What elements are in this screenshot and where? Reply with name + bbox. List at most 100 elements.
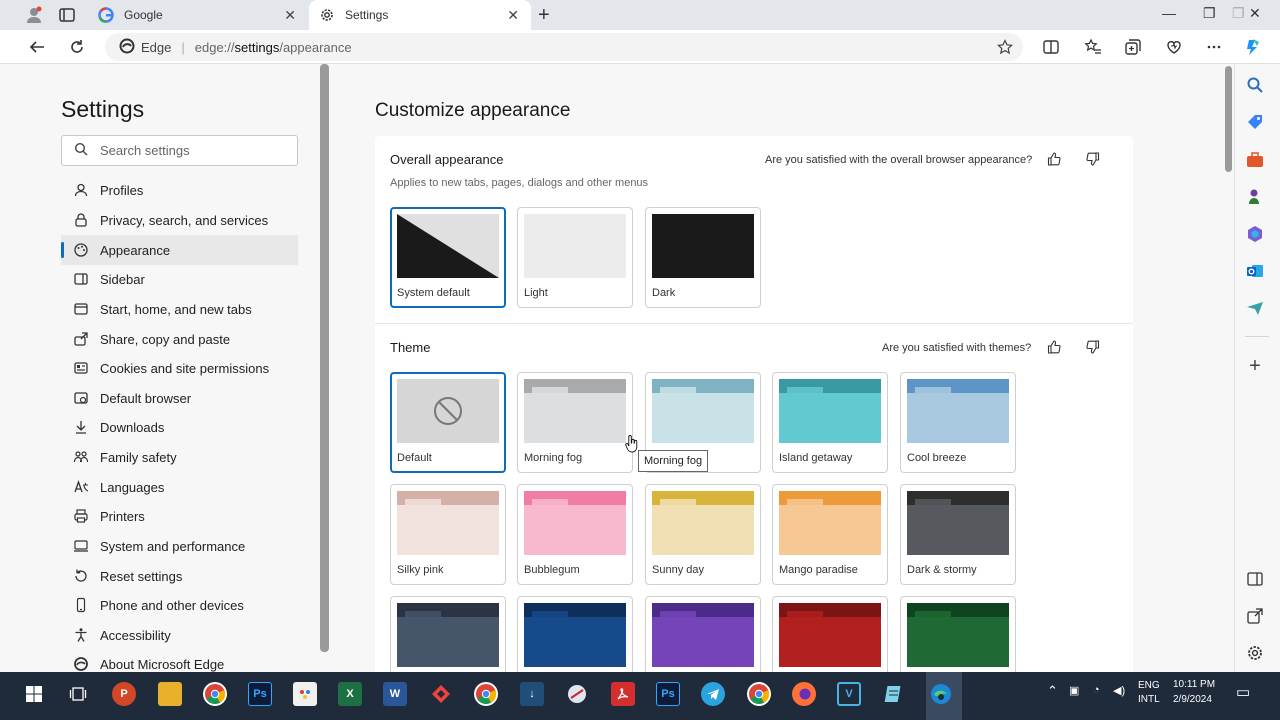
search-icon[interactable]: [1246, 76, 1264, 94]
tab-settings[interactable]: Settings ✕: [309, 0, 531, 30]
notifications-icon[interactable]: ▭: [1236, 683, 1250, 701]
theme-option[interactable]: Dark & stormy: [900, 484, 1016, 585]
chrome-profile-icon[interactable]: [474, 682, 498, 706]
shopping-tag-icon[interactable]: [1246, 113, 1264, 131]
games-icon[interactable]: [1246, 188, 1264, 206]
theme-option[interactable]: [900, 596, 1016, 672]
add-icon[interactable]: +: [1246, 356, 1264, 376]
download-manager-icon[interactable]: ↓: [520, 682, 544, 706]
theme-option[interactable]: [772, 596, 888, 672]
nav-item-system[interactable]: System and performance: [61, 531, 298, 561]
theme-option[interactable]: [390, 596, 506, 672]
theme-option[interactable]: [517, 596, 633, 672]
nav-item-profiles[interactable]: Profiles: [61, 175, 298, 205]
profile-avatar-icon[interactable]: [24, 5, 44, 25]
nav-item-family-safety[interactable]: Family safety: [61, 442, 298, 472]
appearance-option-system-default[interactable]: System default: [390, 207, 506, 308]
theme-option[interactable]: Morning fog: [517, 372, 633, 473]
thumbs-up-icon[interactable]: [1047, 152, 1061, 166]
settings-gear-icon[interactable]: [1246, 644, 1264, 662]
nav-item-cookies[interactable]: Cookies and site permissions: [61, 353, 298, 383]
main-scrollbar[interactable]: [1225, 66, 1232, 172]
favorite-star-icon[interactable]: [997, 39, 1013, 58]
search-input[interactable]: [100, 143, 270, 158]
minimize-icon[interactable]: —: [1162, 5, 1176, 21]
word-icon[interactable]: W: [383, 682, 407, 706]
tab-actions-icon[interactable]: [57, 5, 77, 25]
nav-item-start-home[interactable]: Start, home, and new tabs: [61, 294, 298, 324]
appearance-option-light[interactable]: Light: [517, 207, 633, 308]
edge-browser-icon[interactable]: [929, 682, 953, 706]
telegram-icon[interactable]: [701, 682, 725, 706]
thumbs-up-icon[interactable]: [1047, 340, 1061, 354]
pdf-reader-icon[interactable]: [611, 682, 635, 706]
powerpoint-icon[interactable]: P: [112, 682, 136, 706]
theme-option[interactable]: Default: [390, 372, 506, 473]
nav-item-printers[interactable]: Printers: [61, 501, 298, 531]
photoshop-icon[interactable]: Ps: [248, 682, 272, 706]
snipping-tool-icon[interactable]: [565, 682, 589, 706]
close-tab-icon[interactable]: ✕: [507, 7, 519, 24]
clock-time[interactable]: 10:11 PM: [1173, 679, 1215, 690]
show-hidden-icons-icon[interactable]: ⌃: [1047, 683, 1058, 699]
paint-icon[interactable]: [293, 682, 317, 706]
theme-option[interactable]: Sunny day: [645, 484, 761, 585]
nav-item-reset[interactable]: Reset settings: [61, 561, 298, 591]
more-options-icon[interactable]: [1203, 37, 1225, 57]
nav-item-default-browser[interactable]: Default browser: [61, 383, 298, 413]
nav-item-privacy[interactable]: Privacy, search, and services: [61, 205, 298, 235]
tools-briefcase-icon[interactable]: [1246, 151, 1264, 169]
theme-option[interactable]: Silky pink: [390, 484, 506, 585]
microsoft-365-icon[interactable]: [1246, 225, 1264, 243]
network-icon[interactable]: ◔: [1093, 684, 1100, 696]
vpn-app-icon[interactable]: V: [837, 682, 861, 706]
search-settings-box[interactable]: [61, 135, 298, 166]
hide-sidebar-icon[interactable]: [1246, 570, 1264, 588]
language-top[interactable]: ENG: [1138, 680, 1160, 691]
excel-icon[interactable]: X: [338, 682, 362, 706]
file-explorer-icon[interactable]: [158, 682, 182, 706]
notepad-icon[interactable]: [882, 682, 906, 706]
thumbs-down-icon[interactable]: [1086, 340, 1100, 354]
new-tab-icon[interactable]: +: [538, 4, 550, 27]
theme-option[interactable]: Mango paradise: [772, 484, 888, 585]
nav-scrollbar[interactable]: [320, 64, 329, 652]
collections-icon[interactable]: [1122, 37, 1144, 57]
close-tab-icon[interactable]: ✕: [284, 7, 296, 24]
theme-option[interactable]: Cool breeze: [900, 372, 1016, 473]
anydesk-icon[interactable]: [429, 682, 453, 706]
nav-item-phone[interactable]: Phone and other devices: [61, 590, 298, 620]
appearance-option-dark[interactable]: Dark: [645, 207, 761, 308]
theme-option[interactable]: Island getaway: [772, 372, 888, 473]
nav-item-languages[interactable]: Languages: [61, 472, 298, 502]
chrome-icon[interactable]: [203, 682, 227, 706]
open-external-icon[interactable]: [1246, 607, 1264, 625]
nav-item-appearance[interactable]: Appearance: [61, 235, 298, 265]
camera-icon[interactable]: ▣: [1069, 684, 1079, 697]
nav-item-accessibility[interactable]: Accessibility: [61, 620, 298, 650]
language-bottom[interactable]: INTL: [1138, 694, 1160, 705]
nav-item-downloads[interactable]: Downloads: [61, 412, 298, 442]
tab-google[interactable]: Google ✕: [88, 0, 308, 30]
back-arrow-icon[interactable]: [26, 37, 48, 57]
nav-item-share[interactable]: Share, copy and paste: [61, 324, 298, 354]
clock-date[interactable]: 2/9/2024: [1173, 694, 1212, 705]
volume-icon[interactable]: ◀): [1113, 684, 1125, 697]
favorites-icon[interactable]: [1082, 37, 1104, 57]
split-screen-icon[interactable]: [1040, 37, 1062, 57]
restore-icon[interactable]: ❐: [1232, 5, 1245, 22]
drop-icon[interactable]: [1246, 299, 1264, 317]
outlook-icon[interactable]: [1246, 262, 1264, 280]
windows-start-icon[interactable]: [22, 682, 46, 706]
browser-essentials-icon[interactable]: [1163, 37, 1185, 57]
thumbs-down-icon[interactable]: [1086, 152, 1100, 166]
photoshop-icon[interactable]: Ps: [656, 682, 680, 706]
copilot-icon[interactable]: [1242, 37, 1264, 57]
nav-item-sidebar[interactable]: Sidebar: [61, 264, 298, 294]
restore-icon[interactable]: ❐: [1203, 5, 1216, 22]
theme-option[interactable]: [645, 596, 761, 672]
close-window-icon[interactable]: ✕: [1249, 5, 1261, 22]
refresh-icon[interactable]: [66, 37, 88, 57]
theme-option[interactable]: Bubblegum: [517, 484, 633, 585]
chrome-profile-icon[interactable]: [747, 682, 771, 706]
